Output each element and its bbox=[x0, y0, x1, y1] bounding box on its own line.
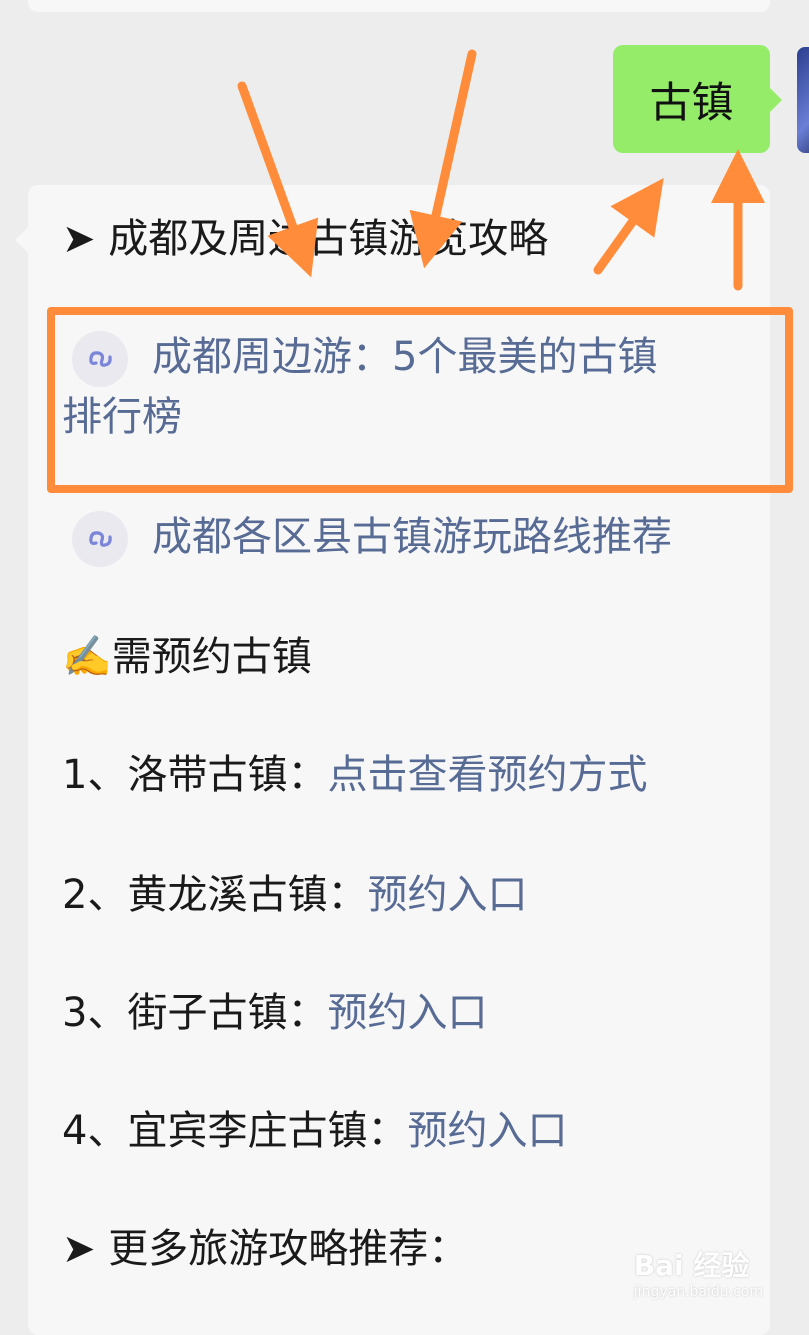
town-row-4: 4、宜宾李庄古镇：预约入口 bbox=[62, 1102, 567, 1160]
previous-message-bubble bbox=[28, 0, 770, 12]
mini-program-link-2-text: 成都各区县古镇游玩路线推荐 bbox=[152, 514, 672, 560]
mini-program-link-icon bbox=[72, 511, 128, 567]
baidu-jingyan-watermark: Bai 经验 jingyan.baidu.com bbox=[634, 1244, 763, 1300]
town-label: 2、黄龙溪古镇： bbox=[62, 872, 368, 918]
avatar[interactable] bbox=[797, 47, 809, 153]
sent-message-text: 古镇 bbox=[649, 77, 734, 127]
mini-program-link-2[interactable]: 成都各区县古镇游玩路线推荐 bbox=[72, 508, 672, 567]
town-label: 1、洛带古镇： bbox=[62, 752, 328, 798]
reserve-heading: ✍️需预约古镇 bbox=[62, 634, 312, 680]
town-reserve-link[interactable]: 预约入口 bbox=[327, 990, 487, 1036]
town-label: 3、街子古镇： bbox=[62, 990, 328, 1036]
reply-bubble-tail bbox=[15, 226, 29, 254]
town-reserve-link[interactable]: 预约入口 bbox=[407, 1108, 567, 1154]
watermark-sub: jingyan.baidu.com bbox=[633, 1284, 763, 1300]
town-row-2: 2、黄龙溪古镇：预约入口 bbox=[62, 866, 527, 924]
town-row-1: 1、洛带古镇：点击查看预约方式 bbox=[62, 746, 647, 804]
sent-bubble-tail bbox=[768, 86, 782, 114]
sent-message-bubble[interactable]: 古镇 bbox=[613, 45, 770, 153]
watermark-main: Bai 经验 bbox=[633, 1249, 750, 1282]
town-reserve-link[interactable]: 点击查看预约方式 bbox=[327, 752, 647, 798]
more-guides-heading: ➤ 更多旅游攻略推荐： bbox=[62, 1226, 469, 1272]
town-label: 4、宜宾李庄古镇： bbox=[62, 1108, 408, 1154]
town-row-3: 3、街子古镇：预约入口 bbox=[62, 984, 487, 1042]
town-reserve-link[interactable]: 预约入口 bbox=[367, 872, 527, 918]
annotation-highlight-box bbox=[47, 307, 793, 493]
guide-heading: ➤ 成都及周边古镇游览攻略 bbox=[62, 216, 549, 262]
